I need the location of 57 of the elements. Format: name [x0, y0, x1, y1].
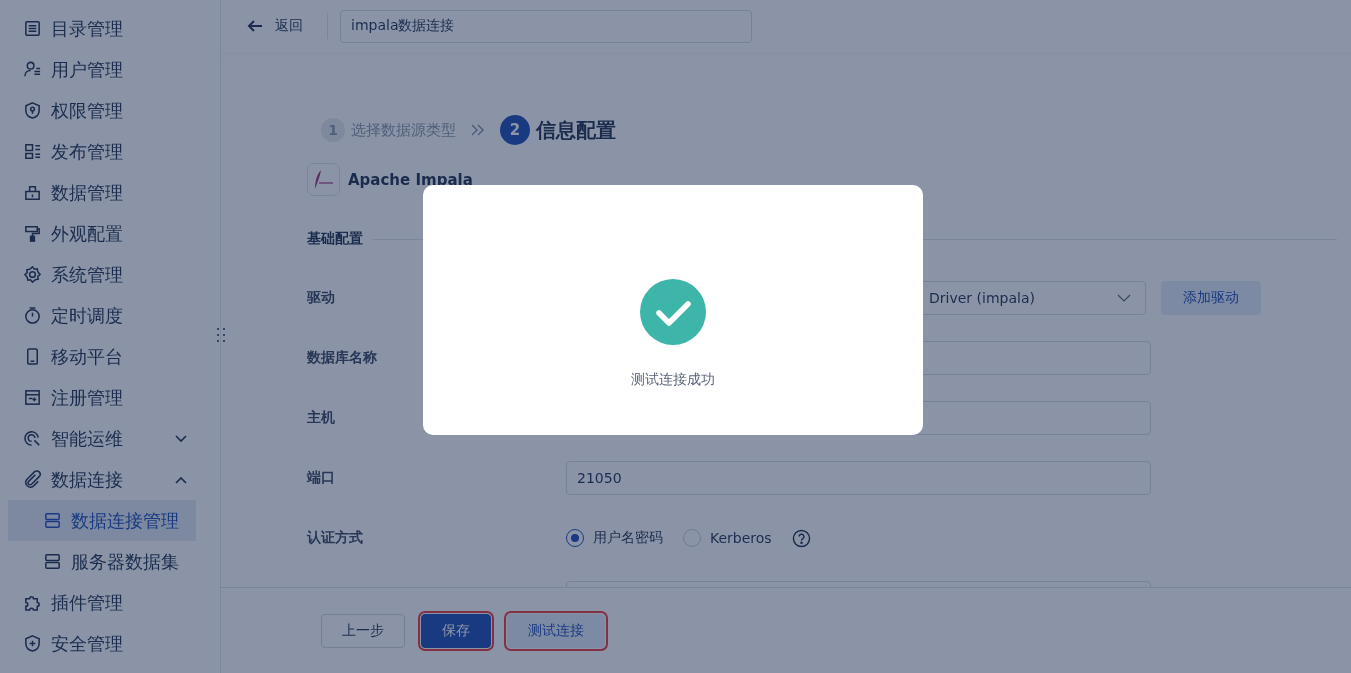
step-number: 2	[500, 115, 530, 145]
sidebar-item[interactable]: 数据管理	[0, 172, 220, 213]
sidebar-item[interactable]: 外观配置	[0, 213, 220, 254]
radio-option[interactable]: 用户名密码	[566, 529, 663, 547]
footer-button[interactable]: 保存	[421, 613, 491, 648]
brush-icon	[23, 224, 42, 243]
user-icon	[23, 60, 42, 79]
dialog-message: 测试连接成功	[631, 371, 715, 389]
plus-icon	[23, 634, 42, 653]
feather-logo-icon	[307, 163, 340, 196]
list-icon	[23, 19, 42, 38]
name-field[interactable]: impala数据连接	[340, 9, 752, 43]
drag-handle-icon[interactable]	[216, 327, 226, 343]
step-label: 选择数据源类型	[351, 120, 456, 140]
check-circle-icon	[640, 279, 706, 345]
clip-icon	[23, 470, 42, 489]
section-title: 基础配置	[307, 230, 363, 248]
sidebar-item[interactable]: 数据连接	[0, 459, 220, 500]
server-icon	[43, 552, 62, 571]
settings-icon	[23, 265, 42, 284]
step-label: 信息配置	[536, 116, 616, 144]
arrow-left-icon	[247, 18, 263, 34]
back-button[interactable]: 返回	[239, 13, 311, 39]
sidebar-item[interactable]: 数据连接管理	[8, 500, 196, 541]
sidebar-item[interactable]: 服务器数据集	[8, 541, 196, 582]
sidebar-item[interactable]: 安全管理	[0, 623, 220, 664]
field-label: 端口	[307, 469, 336, 487]
sidebar-item[interactable]: 目录管理	[0, 8, 220, 49]
sidebar-item[interactable]: 权限管理	[0, 90, 220, 131]
field-label: 主机	[307, 409, 336, 427]
shield-icon	[23, 101, 42, 120]
form-icon	[23, 388, 42, 407]
field-label: 数据库名称	[307, 349, 378, 367]
field-label: 认证方式	[307, 529, 364, 547]
layout-icon	[23, 142, 42, 161]
footer-button[interactable]: 上一步	[321, 613, 405, 648]
sidebar-item[interactable]: 移动平台	[0, 336, 220, 377]
server-icon	[43, 511, 62, 530]
scan-icon	[23, 429, 42, 448]
sidebar-item[interactable]: 注册管理	[0, 377, 220, 418]
timer-icon	[23, 306, 42, 325]
sidebar-item[interactable]: 智能运维	[0, 418, 220, 459]
sidebar-item[interactable]: 发布管理	[0, 131, 220, 172]
radio-option[interactable]: Kerberos	[683, 529, 772, 547]
double-chevron-icon	[470, 123, 486, 137]
footer-button[interactable]: 测试连接	[507, 613, 605, 648]
field-label: 驱动	[307, 289, 336, 307]
box-icon	[23, 183, 42, 202]
add-driver-button[interactable]: 添加驱动	[1161, 281, 1261, 315]
input-field[interactable]: 21050	[566, 461, 1151, 495]
help-icon[interactable]	[791, 528, 811, 548]
sidebar-item[interactable]: 定时调度	[0, 295, 220, 336]
sidebar-item[interactable]: 用户管理	[0, 49, 220, 90]
source-name: Apache Impala	[348, 170, 473, 189]
puzzle-icon	[23, 593, 42, 612]
sidebar-item[interactable]: 插件管理	[0, 582, 220, 623]
sidebar-item[interactable]: 系统管理	[0, 254, 220, 295]
